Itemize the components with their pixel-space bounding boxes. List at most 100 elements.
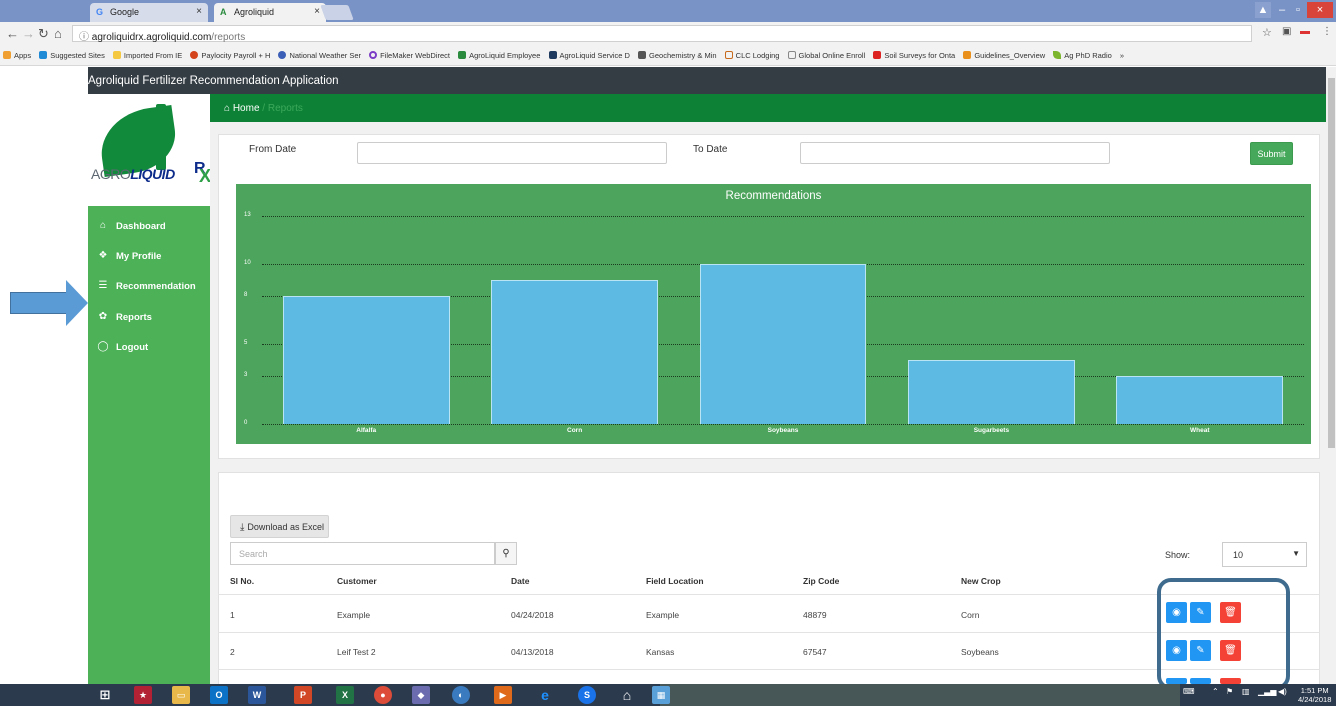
bookmark-guidelines[interactable]: Guidelines_Overview	[960, 46, 1048, 60]
sidebar-item-logout[interactable]: ◯ Logout	[88, 336, 210, 360]
tab-label: Google	[110, 7, 140, 17]
search-button[interactable]: ⚲	[495, 542, 517, 565]
sidebar-item-label: Reports	[116, 312, 152, 323]
home-icon[interactable]: ⌂	[54, 26, 62, 41]
column-header-new-crop: New Crop	[961, 576, 1001, 586]
chart-bar-alfalfa[interactable]	[282, 296, 450, 424]
bookmark-geochemistry[interactable]: Geochemistry & Min	[635, 46, 720, 60]
powerpoint-icon[interactable]: P	[294, 686, 312, 704]
sidebar-item-dashboard[interactable]: ⌂ Dashboard	[88, 215, 210, 239]
edge-icon[interactable]: e	[536, 686, 554, 704]
tray-overflow-icon[interactable]: ⌃	[1212, 687, 1219, 696]
flag-tray-icon[interactable]: ⚑	[1226, 687, 1233, 696]
bookmark-global-enroll[interactable]: Global Online Enroll	[785, 46, 869, 60]
close-window-icon[interactable]: ×	[1307, 2, 1333, 18]
scrollbar-thumb[interactable]	[1328, 78, 1335, 448]
menu-icon[interactable]: ⋮	[1322, 26, 1332, 37]
logo[interactable]: AGROLIQUID R X	[88, 94, 211, 206]
bookmarks-overflow[interactable]: »	[1117, 46, 1127, 60]
cell-customer: Leif Test 2	[337, 647, 376, 657]
submit-button[interactable]: Submit	[1250, 142, 1293, 165]
chart-bar-wheat[interactable]	[1116, 376, 1284, 424]
bookmark-imported[interactable]: Imported From IE	[110, 46, 185, 60]
excel-icon[interactable]: X	[336, 686, 354, 704]
chart-bar-corn[interactable]	[491, 280, 658, 424]
bookmark-soil-surveys[interactable]: Soil Surveys for Onta	[870, 46, 958, 60]
home-taskbar-icon[interactable]: ⌂	[618, 686, 636, 704]
back-icon[interactable]: ←	[6, 26, 19, 41]
media-icon[interactable]: ▶	[494, 686, 512, 704]
signal-icon[interactable]: ▁▃▅	[1258, 687, 1276, 696]
minimize-icon[interactable]: –	[1275, 2, 1289, 18]
x-tick-label: Soybeans	[767, 427, 799, 434]
bookmark-agroliquid-employee[interactable]: AgroLiquid Employee	[455, 46, 543, 60]
sidebar-item-label: Dashboard	[116, 221, 166, 232]
reports-table-card	[218, 472, 1320, 687]
chart-bar-sugarbeets[interactable]	[908, 360, 1075, 424]
windows-start-icon[interactable]: ⊞	[96, 686, 114, 704]
bookmark-apps[interactable]: Apps	[0, 46, 34, 60]
tab-agroliquid[interactable]: A Agroliquid ×	[214, 3, 326, 22]
sidebar-item-reports[interactable]: ✿ Reports	[88, 306, 210, 330]
tab-google[interactable]: G Google ×	[90, 3, 208, 22]
search-icon: ⚲	[502, 548, 510, 559]
volume-icon[interactable]: ◀)	[1278, 687, 1287, 696]
x-tick-label: Sugarbeets	[973, 427, 1010, 434]
cell-zip-code: 48879	[803, 610, 827, 620]
sidebar-item-label: Recommendation	[116, 281, 196, 292]
chart-bar-soybeans[interactable]	[699, 264, 867, 424]
bookmark-ag-phd[interactable]: Ag PhD Radio	[1050, 46, 1115, 60]
column-header-zip-code: Zip Code	[803, 576, 840, 586]
forward-icon[interactable]: →	[22, 26, 35, 41]
column-header-field-location: Field Location	[646, 576, 704, 586]
taskbar-clock[interactable]: 1:51 PM 4/24/2018	[1298, 686, 1331, 704]
chrome-icon[interactable]: ●	[374, 686, 392, 704]
file-explorer-icon[interactable]: ▭	[172, 686, 190, 704]
outlook-icon[interactable]: O	[210, 686, 228, 704]
to-date-input[interactable]	[800, 142, 1110, 164]
reload-icon[interactable]: ↻	[38, 26, 49, 42]
bookmark-filemaker[interactable]: FileMaker WebDirect	[366, 46, 453, 60]
close-icon[interactable]: ×	[196, 6, 202, 17]
cell-zip-code: 67547	[803, 647, 827, 657]
table-divider	[218, 594, 1320, 595]
service-icon	[548, 51, 557, 59]
x-tick-label: Wheat	[1190, 427, 1210, 434]
word-icon[interactable]: W	[248, 686, 266, 704]
from-date-input[interactable]	[357, 142, 667, 164]
app-icon[interactable]: ◆	[412, 686, 430, 704]
sidebar-item-my-profile[interactable]: ❖ My Profile	[88, 245, 210, 269]
bookmark-clc-lodging[interactable]: CLC Lodging	[722, 46, 783, 60]
network-app-icon[interactable]: ◐	[452, 686, 470, 704]
flag-icon[interactable]: ★	[134, 686, 152, 704]
extension-red-icon[interactable]: ▬	[1300, 26, 1310, 37]
skype-icon[interactable]: S	[578, 686, 596, 704]
keyboard-icon[interactable]: ⌨	[1183, 687, 1195, 696]
bookmark-suggested-sites[interactable]: Suggested Sites	[36, 46, 108, 60]
calculator-icon[interactable]: ▦	[652, 686, 670, 704]
star-icon[interactable]: ☆	[1262, 26, 1272, 39]
chart-gridline	[262, 424, 1304, 425]
download-icon: ⤓	[240, 522, 245, 533]
download-excel-button[interactable]: ⤓ Download as Excel	[230, 515, 329, 538]
bookmark-weather[interactable]: National Weather Ser	[275, 46, 364, 60]
bookmark-agroliquid-service[interactable]: AgroLiquid Service D	[546, 46, 633, 60]
maximize-icon[interactable]: ▫	[1291, 2, 1305, 18]
url-input[interactable]: ⓘ agroliquidrx.agroliquid.com/reports	[72, 25, 1252, 43]
new-tab-button[interactable]	[320, 5, 354, 20]
search-input[interactable]: Search	[230, 542, 495, 565]
page-size-select[interactable]: 10 ▼	[1222, 542, 1307, 567]
cell-new-crop: Corn	[961, 610, 980, 620]
close-icon[interactable]: ×	[314, 6, 320, 17]
cell-customer: Example	[337, 610, 371, 620]
lodging-icon	[724, 51, 733, 59]
nbc-icon	[963, 51, 972, 59]
breadcrumb-home[interactable]: Home	[233, 103, 260, 114]
extension-icon[interactable]: ▣	[1282, 26, 1291, 37]
sidebar-item-recommendation[interactable]: ☰ Recommendation	[88, 275, 210, 299]
user-icon[interactable]: ▲	[1255, 2, 1271, 18]
from-date-label: From Date	[249, 144, 297, 155]
bookmark-paylocity[interactable]: Paylocity Payroll + H	[187, 46, 273, 60]
clock-time: 1:51 PM	[1300, 686, 1329, 695]
network-icon[interactable]: ▥	[1242, 687, 1250, 696]
